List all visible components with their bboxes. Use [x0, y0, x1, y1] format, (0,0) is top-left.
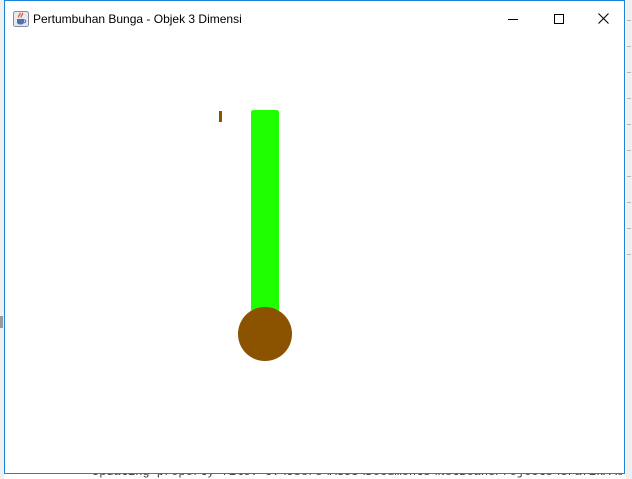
minimize-icon [508, 18, 518, 20]
maximize-icon [554, 13, 564, 24]
background-right-edge [626, 0, 632, 479]
java-cup-icon [13, 11, 29, 27]
title-bar[interactable]: Pertumbuhan Bunga - Objek 3 Dimensi [5, 1, 624, 36]
flower-stem [251, 110, 279, 315]
close-button[interactable] [580, 1, 626, 36]
maximize-button[interactable] [536, 1, 582, 36]
minimize-button[interactable] [490, 1, 536, 36]
close-icon [597, 13, 609, 24]
render-canvas[interactable] [5, 36, 624, 473]
flower-pot-sphere [238, 307, 292, 361]
window-title: Pertumbuhan Bunga - Objek 3 Dimensi [33, 12, 242, 26]
small-brown-object [219, 111, 222, 122]
app-window: Pertumbuhan Bunga - Objek 3 Dimensi [4, 0, 625, 474]
background-left-mark [0, 316, 3, 328]
